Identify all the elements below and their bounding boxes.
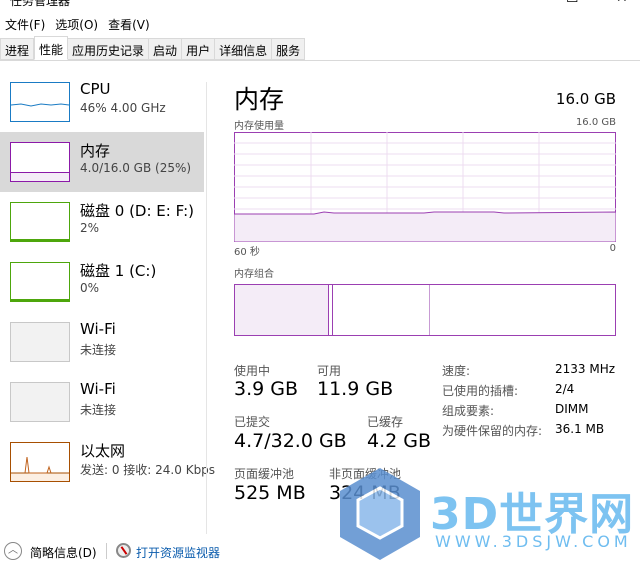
memory-usage-graph	[234, 132, 616, 242]
detail-value: 2133 MHz	[555, 362, 616, 376]
sidebar-thumbnail-graph	[10, 262, 70, 302]
sidebar-item-status: 未连接	[80, 343, 117, 357]
sidebar-item-name: 以太网	[80, 442, 126, 460]
sidebar-item-0[interactable]: CPU 46% 4.00 GHz	[0, 72, 204, 132]
tab-bar: 进程 性能 应用历史记录 启动 用户 详细信息 服务	[0, 36, 640, 61]
watermark-url: WWW.3DSJW.COM	[435, 532, 632, 551]
time-axis-start: 60 秒	[234, 247, 260, 258]
usage-max: 16.0 GB	[575, 117, 616, 128]
sidebar-scrollbar[interactable]	[206, 82, 207, 534]
chevron-up-icon[interactable]: ︿	[4, 542, 22, 560]
sidebar-item-4[interactable]: Wi-Fi 未连接	[0, 312, 204, 372]
tab-processes[interactable]: 进程	[0, 38, 35, 60]
composition-in-use	[235, 285, 329, 335]
composition-standby	[429, 285, 430, 335]
sidebar-item-status: 4.0/16.0 GB (25%)	[80, 161, 192, 175]
menu-view[interactable]: 查看(V)	[103, 16, 155, 33]
detail-value: 36.1 MB	[555, 422, 605, 436]
sidebar-item-3[interactable]: 磁盘 1 (C:) 0%	[0, 252, 204, 312]
tab-services[interactable]: 服务	[272, 38, 306, 60]
sidebar-item-5[interactable]: Wi-Fi 未连接	[0, 372, 204, 432]
menu-file[interactable]: 文件(F)	[0, 16, 50, 33]
menu-options[interactable]: 选项(O)	[50, 16, 103, 33]
sidebar-item-name: CPU	[80, 80, 111, 98]
sidebar-item-name: 内存	[80, 142, 111, 160]
detail-value: DIMM	[555, 402, 589, 416]
window-title: 任务管理器	[10, 0, 71, 8]
cached-label: 已缓存	[367, 415, 404, 429]
composition-modified	[332, 285, 333, 335]
sidebar-item-status: 发送: 0 接收: 24.0 Kbps	[80, 463, 216, 477]
committed-label: 已提交	[234, 415, 271, 429]
sidebar-item-6[interactable]: 以太网 发送: 0 接收: 24.0 Kbps	[0, 432, 215, 492]
detail-key: 为硬件保留的内存:	[442, 424, 543, 438]
sidebar-item-status: 46% 4.00 GHz	[80, 101, 166, 115]
total-memory: 16.0 GB	[555, 90, 616, 108]
cached-value: 4.2 GB	[367, 430, 432, 452]
sidebar-item-2[interactable]: 磁盘 0 (D: E: F:) 2%	[0, 192, 204, 252]
paged-pool-label: 页面缓冲池	[234, 467, 295, 481]
sidebar-item-status: 0%	[80, 281, 100, 295]
sidebar-thumbnail-graph	[10, 382, 70, 422]
detail-value: 2/4	[555, 382, 575, 396]
sidebar-item-name: Wi-Fi	[80, 380, 116, 398]
detail-key: 已使用的插槽:	[442, 384, 519, 398]
paged-pool-value: 525 MB	[234, 482, 306, 504]
close-button[interactable]: ✕	[616, 0, 628, 6]
tab-app-history[interactable]: 应用历史记录	[68, 38, 150, 60]
resource-monitor-icon	[116, 543, 131, 558]
detail-key: 组成要素:	[442, 404, 495, 418]
available-value: 11.9 GB	[317, 378, 394, 400]
detail-key: 速度:	[442, 364, 471, 378]
tab-details[interactable]: 详细信息	[215, 38, 273, 60]
sidebar-item-name: 磁盘 1 (C:)	[80, 262, 157, 280]
minimize-button[interactable]: —	[512, 0, 526, 6]
memory-composition-bar	[234, 284, 616, 336]
in-use-label: 使用中	[234, 364, 271, 378]
tab-performance[interactable]: 性能	[34, 36, 69, 60]
time-axis-end: 0	[609, 243, 616, 254]
sidebar-thumbnail-graph	[10, 322, 70, 362]
available-label: 可用	[317, 364, 342, 378]
sidebar-thumbnail-graph	[10, 442, 70, 482]
page-title: 内存	[234, 85, 285, 114]
committed-value: 4.7/32.0 GB	[234, 430, 347, 452]
open-resource-monitor-link[interactable]: 打开资源监视器	[136, 544, 220, 561]
sidebar-item-status: 未连接	[80, 403, 117, 417]
sidebar-item-1[interactable]: 内存 4.0/16.0 GB (25%)	[0, 132, 204, 192]
sidebar-item-name: 磁盘 0 (D: E: F:)	[80, 202, 194, 220]
sidebar-item-status: 2%	[80, 221, 100, 235]
less-details-button[interactable]: 简略信息(D)	[30, 544, 97, 561]
sidebar-item-name: Wi-Fi	[80, 320, 116, 338]
usage-label: 内存使用量	[234, 121, 284, 132]
sidebar-thumbnail-graph	[10, 82, 70, 122]
maximize-button[interactable]: ☐	[566, 0, 579, 6]
sidebar-thumbnail-graph	[10, 202, 70, 242]
footer-divider	[106, 543, 107, 559]
composition-label: 内存组合	[234, 269, 274, 280]
sidebar-thumbnail-graph	[10, 142, 70, 182]
watermark-logo	[340, 468, 420, 560]
menu-bar: 文件(F) 选项(O) 查看(V)	[0, 16, 155, 33]
in-use-value: 3.9 GB	[234, 378, 299, 400]
tab-startup[interactable]: 启动	[149, 38, 183, 60]
tab-users[interactable]: 用户	[182, 38, 216, 60]
